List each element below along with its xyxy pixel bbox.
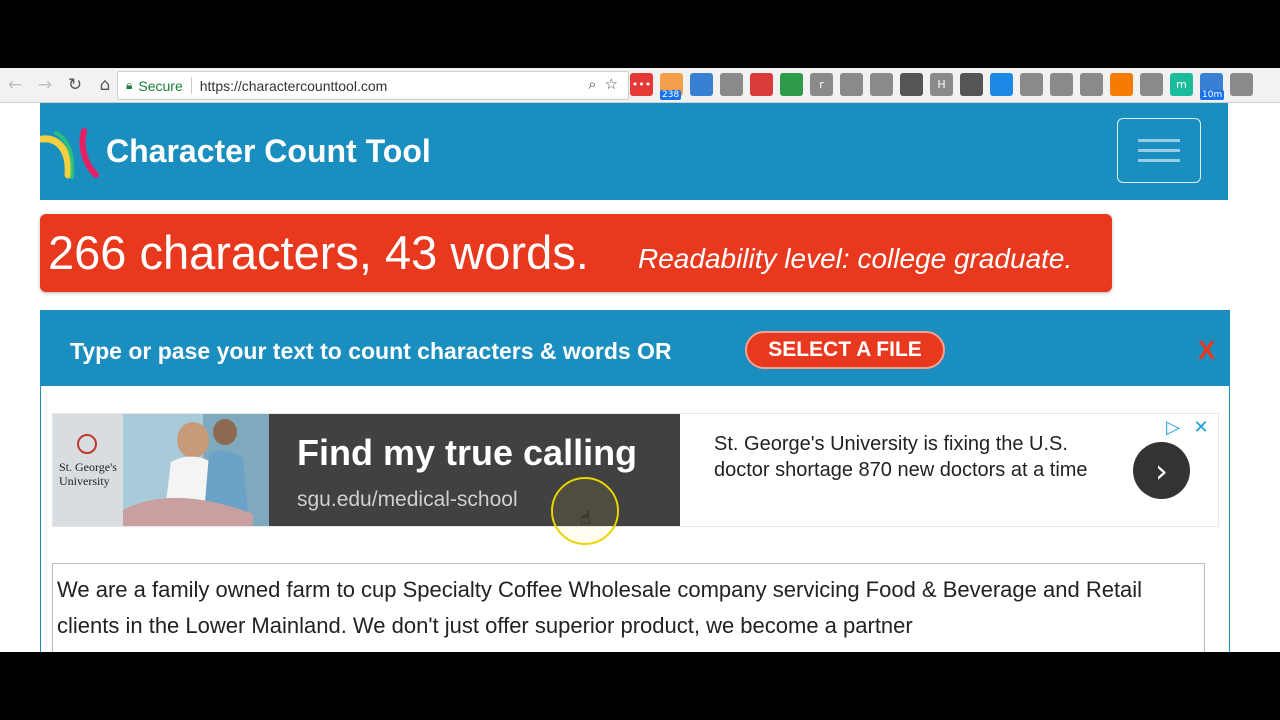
site-logo-icon[interactable] (40, 125, 100, 181)
ad-choices: ▷ ✕ (1161, 416, 1213, 438)
ext-power-icon[interactable] (1140, 73, 1163, 96)
adchoices-icon[interactable]: ▷ (1161, 416, 1185, 438)
ad-headline[interactable]: Find my true calling (297, 432, 637, 474)
ad-image-caption: St. George's University (59, 460, 117, 488)
ext-cloud-icon[interactable] (1080, 73, 1103, 96)
count-summary-bar: 266 characters, 43 words. Readability le… (40, 214, 1112, 292)
ad-next-chevron-icon[interactable]: › (1133, 442, 1190, 499)
site-header: Character Count Tool (40, 103, 1228, 200)
ext-fire-icon[interactable] (1110, 73, 1133, 96)
bookmark-star-icon[interactable]: ☆ (605, 75, 618, 93)
ext-record-icon[interactable] (750, 73, 773, 96)
readability-level: Readability level: college graduate. (638, 243, 1073, 274)
forward-icon[interactable]: → (30, 70, 60, 100)
ad-caption-line: University (59, 474, 110, 488)
ext-chat-icon[interactable] (1020, 73, 1043, 96)
ext-teal-m-icon[interactable]: m (1170, 73, 1193, 96)
web-page: Character Count Tool 266 characters, 43 … (0, 103, 1280, 652)
character-word-count: 266 characters, 43 words. (48, 226, 589, 279)
input-prompt: Type or pase your text to count characte… (70, 338, 672, 364)
back-icon[interactable]: ← (0, 70, 30, 100)
secure-label: Secure (138, 77, 183, 94)
ad-headline-block[interactable]: Find my true calling sgu.edu/medical-sch… (269, 414, 680, 526)
menu-bar-icon (1138, 149, 1180, 152)
home-icon[interactable]: ⌂ (90, 70, 120, 100)
menu-toggle-button[interactable] (1117, 118, 1201, 183)
ext-m-icon[interactable] (1050, 73, 1073, 96)
extension-badge: 238 (660, 90, 682, 100)
address-bar[interactable]: 🔒︎ Secure https://charactercounttool.com… (117, 71, 629, 100)
advertisement[interactable]: St. George's University Find my true cal… (52, 413, 1219, 527)
lock-icon: 🔒︎ (126, 78, 133, 92)
ext-camera-icon[interactable] (720, 73, 743, 96)
text-input-panel: Type or pase your text to count characte… (40, 310, 1230, 652)
omnibox-separator (190, 77, 192, 94)
ext-window-icon[interactable] (690, 73, 713, 96)
reload-icon[interactable]: ↻ (60, 70, 90, 100)
text-input-area[interactable]: We are a family owned farm to cup Specia… (52, 563, 1205, 652)
ext-wave-icon[interactable] (780, 73, 803, 96)
ext-pen-icon[interactable] (840, 73, 863, 96)
ext-h-icon[interactable]: H (930, 73, 953, 96)
ext-eyedropper-icon[interactable] (960, 73, 983, 96)
ad-caption-line: St. George's (59, 460, 117, 474)
ext-compass-icon[interactable] (870, 73, 893, 96)
menu-bar-icon (1138, 139, 1180, 142)
ext-red-dots-icon[interactable]: ••• (630, 73, 653, 96)
ad-image[interactable]: St. George's University (53, 414, 269, 526)
ext-crop-icon[interactable] (900, 73, 923, 96)
omnibox-icons: ⌕ ☆ (588, 75, 618, 93)
ext-counter-icon[interactable]: 238 (660, 73, 683, 100)
ad-url[interactable]: sgu.edu/medical-school (297, 488, 518, 512)
ext-r-icon[interactable]: r (810, 73, 833, 96)
close-panel-button[interactable]: X (1198, 335, 1215, 366)
zoom-icon[interactable]: ⌕ (588, 75, 596, 93)
url-text[interactable]: https://charactercounttool.com (200, 78, 388, 94)
ext-grey-box-icon[interactable] (1230, 73, 1253, 96)
menu-bar-icon (1138, 159, 1180, 162)
site-title[interactable]: Character Count Tool (106, 133, 431, 170)
extensions-bar: ••• 238 r Hm 10m (630, 73, 1253, 100)
browser-window: ← → ↻ ⌂ 🔒︎ Secure https://charactercount… (0, 68, 1280, 652)
panel-header: Type or pase your text to count characte… (41, 311, 1229, 386)
select-file-button[interactable]: SELECT A FILE (745, 331, 945, 369)
ad-description[interactable]: St. George's University is fixing the U.… (714, 431, 1124, 483)
ext-trello-icon[interactable] (990, 73, 1013, 96)
extension-badge: 10m (1200, 90, 1225, 100)
ext-timer-icon[interactable]: 10m (1200, 73, 1225, 100)
browser-toolbar: ← → ↻ ⌂ 🔒︎ Secure https://charactercount… (0, 68, 1280, 103)
ad-close-icon[interactable]: ✕ (1189, 416, 1213, 438)
